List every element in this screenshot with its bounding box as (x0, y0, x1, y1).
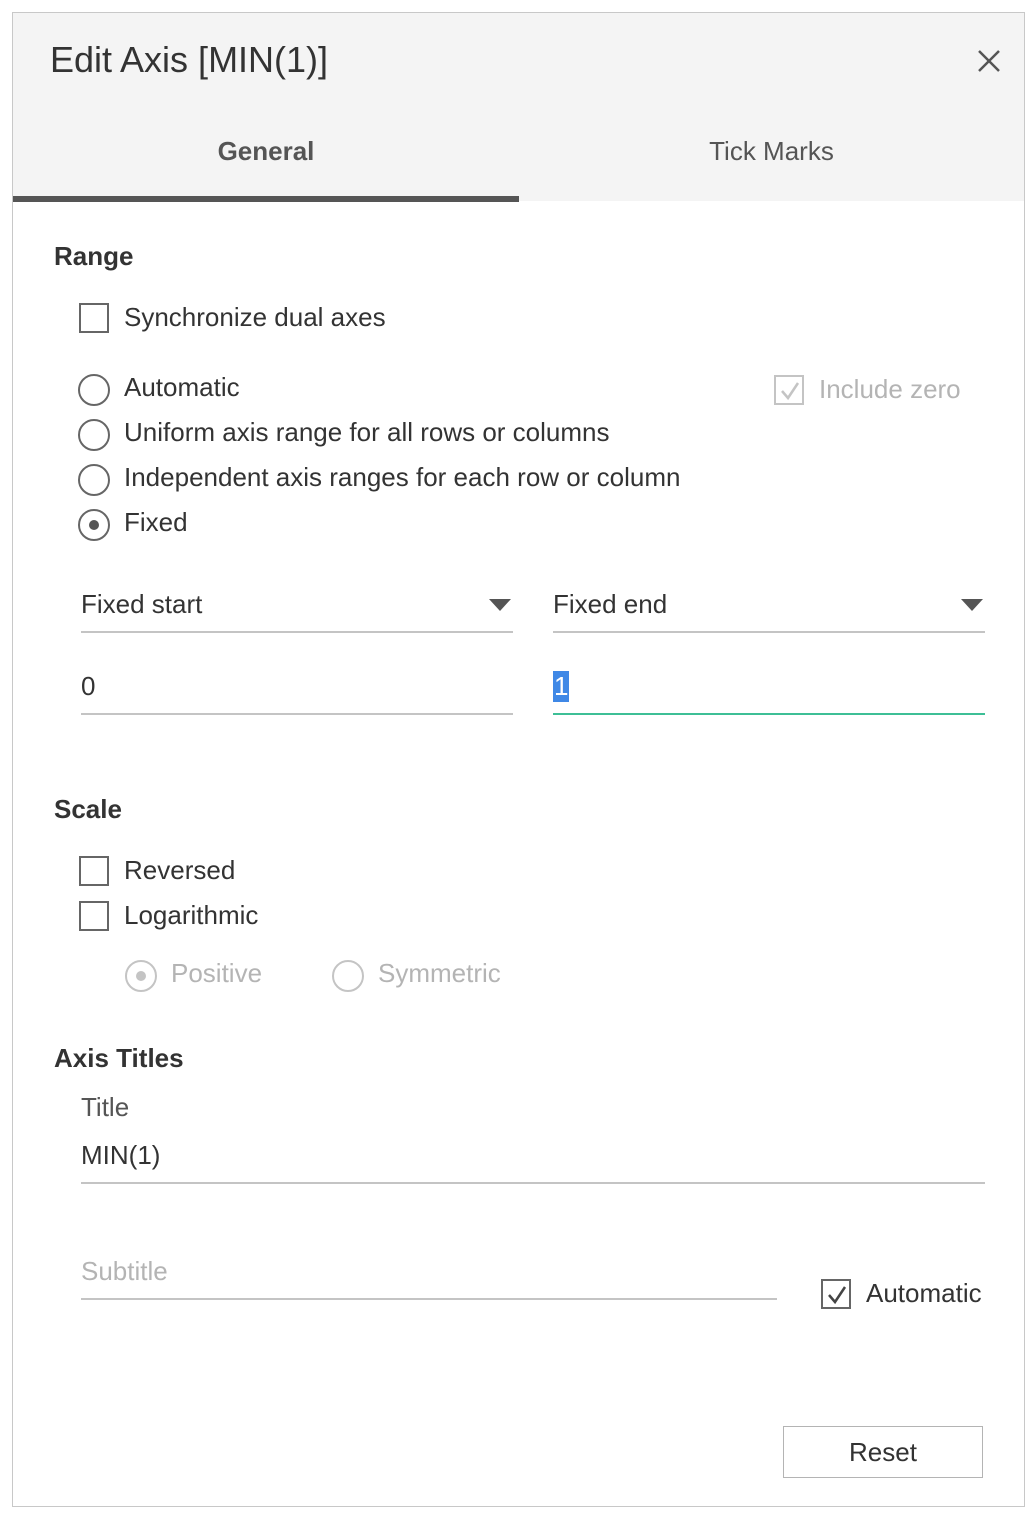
dialog-title: Edit Axis [MIN(1)] (50, 39, 329, 80)
close-icon[interactable] (971, 43, 1007, 79)
log-symmetric-radio[interactable] (332, 960, 364, 992)
range-heading: Range (54, 241, 134, 271)
subtitle-placeholder: Subtitle (81, 1256, 168, 1286)
fixed-end-dropdown[interactable]: Fixed end (553, 585, 985, 633)
chevron-down-icon (961, 599, 983, 611)
active-tab-indicator (13, 196, 519, 202)
title-input-value: MIN(1) (81, 1140, 161, 1170)
chevron-down-icon (489, 599, 511, 611)
include-zero-checkbox[interactable] (774, 375, 804, 405)
subtitle-input[interactable]: Subtitle (81, 1254, 777, 1300)
subtitle-automatic-checkbox[interactable] (821, 1279, 851, 1309)
synchronize-dual-axes-label: Synchronize dual axes (124, 302, 386, 332)
range-start-value: 0 (81, 671, 96, 701)
title-input[interactable]: MIN(1) (81, 1138, 985, 1184)
range-fixed-label: Fixed (124, 507, 188, 537)
checkmark-icon (828, 1286, 847, 1305)
scale-heading: Scale (54, 794, 122, 824)
synchronize-dual-axes-checkbox[interactable] (79, 303, 109, 333)
fixed-end-value: Fixed end (553, 589, 668, 619)
fixed-start-dropdown[interactable]: Fixed start (81, 585, 513, 633)
axis-titles-heading: Axis Titles (54, 1043, 184, 1073)
range-uniform-label: Uniform axis range for all rows or colum… (124, 417, 610, 447)
reversed-label: Reversed (124, 855, 236, 885)
title-field-label: Title (81, 1092, 130, 1122)
range-fixed-radio[interactable] (78, 509, 110, 541)
include-zero-label: Include zero (819, 374, 961, 404)
range-automatic-label: Automatic (124, 372, 240, 402)
range-end-input[interactable]: 1 (553, 669, 985, 715)
log-positive-label: Positive (171, 958, 263, 988)
tab-tick-marks[interactable]: Tick Marks (519, 136, 1024, 176)
range-independent-label: Independent axis ranges for each row or … (124, 462, 681, 492)
range-automatic-radio[interactable] (78, 374, 110, 406)
subtitle-automatic-label: Automatic (866, 1278, 982, 1308)
reset-button[interactable]: Reset (783, 1426, 983, 1478)
logarithmic-checkbox[interactable] (79, 901, 109, 931)
range-independent-radio[interactable] (78, 464, 110, 496)
radio-selected-dot (89, 520, 99, 530)
checkmark-icon (781, 382, 800, 401)
range-uniform-radio[interactable] (78, 419, 110, 451)
reversed-checkbox[interactable] (79, 856, 109, 886)
logarithmic-label: Logarithmic (124, 900, 259, 930)
log-positive-radio[interactable] (125, 960, 157, 992)
fixed-start-value: Fixed start (81, 589, 203, 619)
range-end-value: 1 (553, 671, 570, 702)
dialog-header: Edit Axis [MIN(1)] General Tick Marks (13, 13, 1024, 202)
radio-selected-dot (136, 971, 146, 981)
edit-axis-dialog: Edit Axis [MIN(1)] General Tick Marks Ra… (12, 12, 1025, 1507)
range-start-input[interactable]: 0 (81, 669, 513, 715)
tab-general[interactable]: General (13, 136, 519, 176)
log-symmetric-label: Symmetric (378, 958, 501, 988)
